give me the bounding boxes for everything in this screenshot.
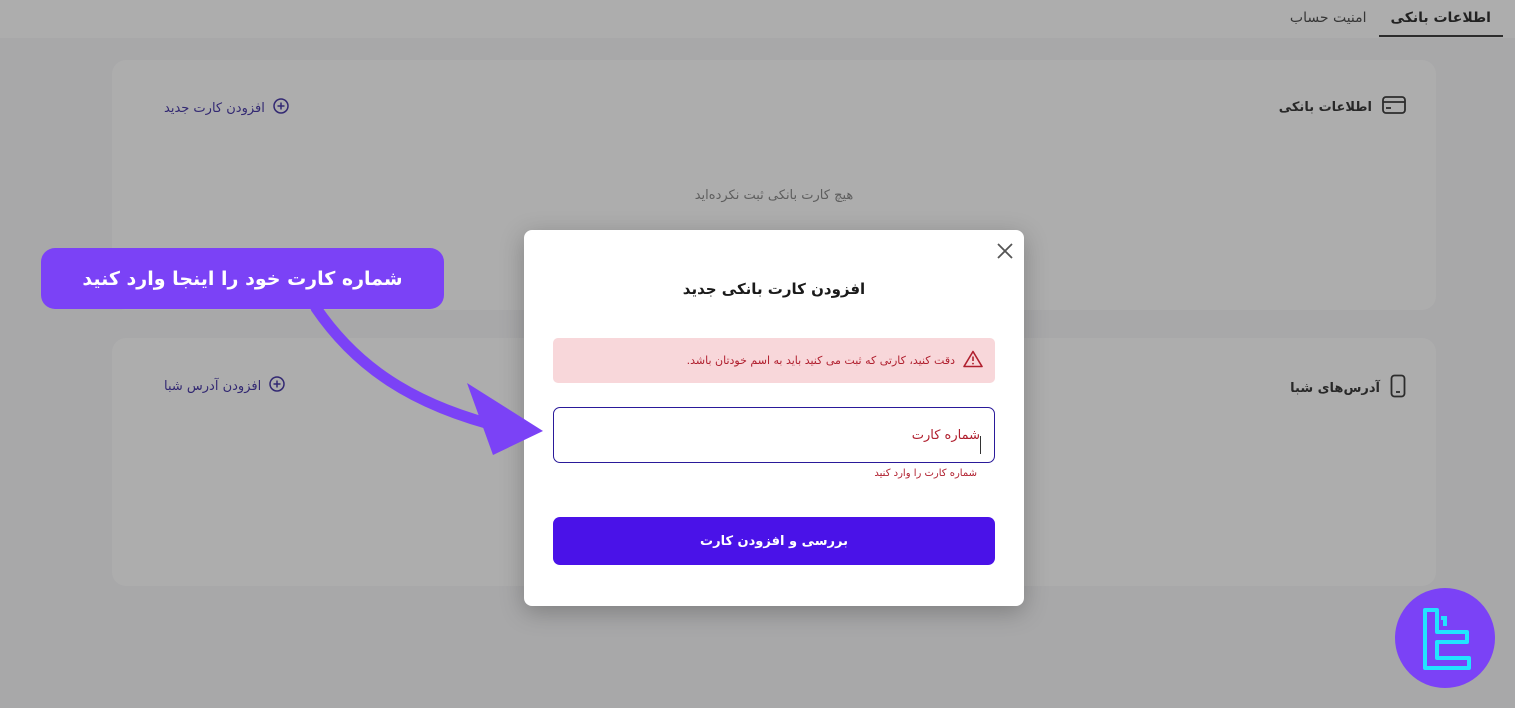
alert-text: دقت کنید، کارتی که ثبت می کنید باید به ا…: [686, 354, 955, 367]
text-caret: [980, 436, 981, 454]
add-card-modal: افزودن کارت بانکی جدید دقت کنید، کارتی ک…: [524, 230, 1024, 606]
curved-arrow-icon: [310, 302, 543, 455]
modal-title: افزودن کارت بانکی جدید: [682, 280, 866, 298]
card-number-error: شماره کارت را وارد کنید: [874, 468, 977, 479]
ownership-warning-alert: دقت کنید، کارتی که ثبت می کنید باید به ا…: [553, 338, 995, 383]
card-number-input[interactable]: [554, 408, 994, 462]
warning-triangle-icon: [963, 350, 983, 371]
close-icon[interactable]: [994, 240, 1016, 262]
brand-logo-icon: [1423, 608, 1471, 670]
brand-logo: [1395, 588, 1495, 688]
card-number-field[interactable]: [553, 407, 995, 463]
verify-add-card-button[interactable]: بررسی و افزودن کارت: [553, 517, 995, 565]
